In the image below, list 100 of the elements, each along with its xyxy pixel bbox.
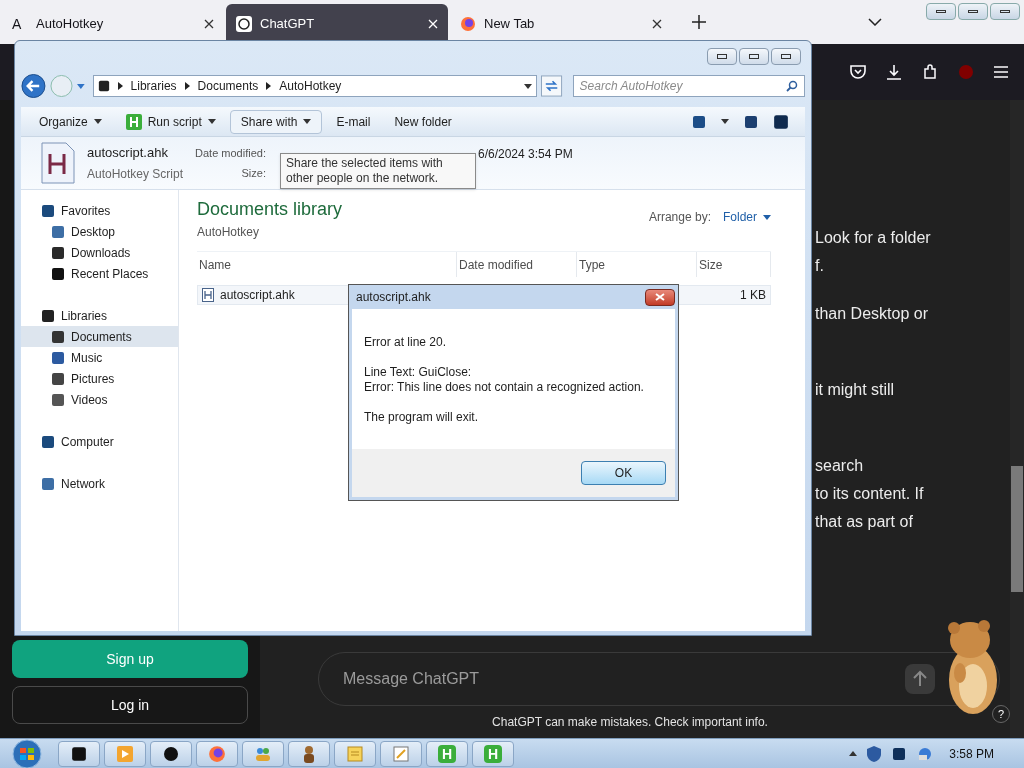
toolbar-button[interactable]: Share with <box>229 109 323 134</box>
nav-item[interactable]: Favorites <box>21 200 178 221</box>
browser-tab[interactable]: New Tab <box>450 4 672 44</box>
nav-item[interactable]: Computer <box>21 431 178 452</box>
error-message-line: Line Text: GuiClose: <box>364 365 473 380</box>
caret-icon <box>207 119 216 124</box>
tab-favicon-icon <box>236 16 252 32</box>
message-field[interactable]: Message ChatGPT <box>318 652 1000 706</box>
ok-button[interactable]: OK <box>581 461 666 485</box>
disclaimer-text: ChatGPT can make mistakes. Check important info. <box>492 714 768 731</box>
nav-item[interactable]: Recent Places <box>21 263 178 284</box>
people-icon <box>254 745 272 762</box>
toolbar-button[interactable]: Run script <box>115 109 226 134</box>
caret-icon <box>721 119 729 124</box>
file-size: 1 KB <box>740 287 767 304</box>
close-button[interactable] <box>771 47 801 65</box>
clock[interactable]: 3:58 PM <box>949 744 994 763</box>
arrange-label: Arrange by: <box>648 209 711 226</box>
menu-icon[interactable] <box>994 66 1008 78</box>
search-icon <box>786 80 798 92</box>
chat-text-line: that as part of <box>815 512 914 532</box>
detail-value: 6/6/2024 3:54 PM <box>478 146 573 163</box>
nav-item[interactable]: Videos <box>21 389 178 410</box>
nav-item[interactable]: Documents <box>21 326 178 347</box>
taskbar-button[interactable] <box>58 740 100 767</box>
show-hidden-icons[interactable] <box>849 751 858 756</box>
log-in-button[interactable]: Log in <box>12 686 248 724</box>
taskbar-button[interactable] <box>288 740 330 767</box>
toolbar-button[interactable]: New folder <box>384 109 462 134</box>
refresh-button[interactable] <box>541 75 563 97</box>
chat-text-line: it might still <box>815 380 896 400</box>
file-name: autoscript.ahk <box>220 287 295 304</box>
extensions-icon[interactable] <box>922 64 938 80</box>
column-header[interactable]: Name <box>197 252 457 277</box>
file-type: AutoHotkey Script <box>87 165 184 183</box>
detail-label: Date modified: <box>195 145 266 161</box>
file-icon <box>202 288 214 302</box>
nav-item[interactable]: Pictures <box>21 368 178 389</box>
taskbar-button[interactable] <box>150 740 192 767</box>
network-icon[interactable] <box>917 745 934 762</box>
column-header[interactable]: Size <box>697 252 771 277</box>
nav-item[interactable]: Network <box>21 473 178 494</box>
library-title: Documents library <box>197 198 343 221</box>
new-tab-icon[interactable] <box>692 15 706 29</box>
chevron-right-icon <box>184 82 190 90</box>
ahk-app-icon: H <box>484 744 502 763</box>
chat-text-line: search <box>815 456 865 476</box>
browser-tab[interactable]: A AutoHotkey <box>2 4 224 44</box>
nav-item[interactable]: Desktop <box>21 221 178 242</box>
library-subtitle: AutoHotkey <box>197 224 261 241</box>
caret-icon <box>93 119 102 124</box>
arrange-dropdown[interactable]: Folder <box>723 208 771 226</box>
restore-button[interactable] <box>958 3 988 20</box>
scrollbar-thumb[interactable] <box>1011 466 1023 592</box>
toolbar-button[interactable]: E-mail <box>326 109 381 134</box>
tooltip: Share the selected items with other people on the network. <box>280 153 476 189</box>
tab-title: AutoHotkey <box>36 15 105 34</box>
address-bar[interactable]: Libraries Documents AutoHotkey <box>92 75 538 97</box>
dialog-title: autoscript.ahk <box>356 289 431 306</box>
close-icon[interactable] <box>652 19 662 29</box>
error-message-line: The program will exit. <box>364 410 480 425</box>
close-button[interactable] <box>990 3 1020 20</box>
nav-item[interactable]: Music <box>21 347 178 368</box>
file-name: autoscript.ahk <box>87 144 169 163</box>
play-icon <box>117 745 133 762</box>
caret-icon <box>76 83 85 89</box>
minimize-button[interactable] <box>926 3 956 20</box>
column-header[interactable]: Date modified <box>457 252 577 277</box>
ball-icon <box>163 745 179 762</box>
nav-item[interactable]: Downloads <box>21 242 178 263</box>
search-field[interactable]: Search AutoHotkey <box>572 75 805 97</box>
breadcrumb-item[interactable]: AutoHotkey <box>279 77 342 95</box>
breadcrumb-item[interactable]: Libraries <box>130 77 177 95</box>
pocket-icon[interactable] <box>850 64 866 80</box>
download-icon[interactable] <box>886 64 902 80</box>
figure-icon <box>302 744 316 763</box>
ahk-icon <box>125 113 142 130</box>
chat-text-line: f. <box>815 256 825 276</box>
close-icon[interactable] <box>204 19 214 29</box>
chat-text-line: Look for a folder <box>815 228 932 248</box>
back-button[interactable] <box>21 73 46 99</box>
column-header[interactable]: Type <box>577 252 697 277</box>
minimize-button[interactable] <box>707 47 737 65</box>
chevron-right-icon <box>266 82 272 90</box>
ahk-app-icon: H <box>438 744 456 763</box>
chat-text-line: than Desktop or <box>815 304 929 324</box>
notes-icon <box>347 745 363 762</box>
breadcrumb-item[interactable]: Documents <box>197 77 259 95</box>
nav-item[interactable]: Libraries <box>21 305 178 326</box>
toolbar-button[interactable]: Organize <box>29 109 112 134</box>
close-button[interactable] <box>645 288 675 306</box>
send-button[interactable] <box>905 664 935 694</box>
file-icon <box>41 142 75 184</box>
chevron-down-icon[interactable] <box>868 18 882 26</box>
maximize-button[interactable] <box>739 47 769 65</box>
tab-title: ChatGPT <box>260 15 316 34</box>
notepad-icon <box>393 745 409 762</box>
tab-favicon: A <box>12 14 23 34</box>
caret-icon <box>303 119 312 124</box>
detail-label: Size: <box>241 166 266 181</box>
